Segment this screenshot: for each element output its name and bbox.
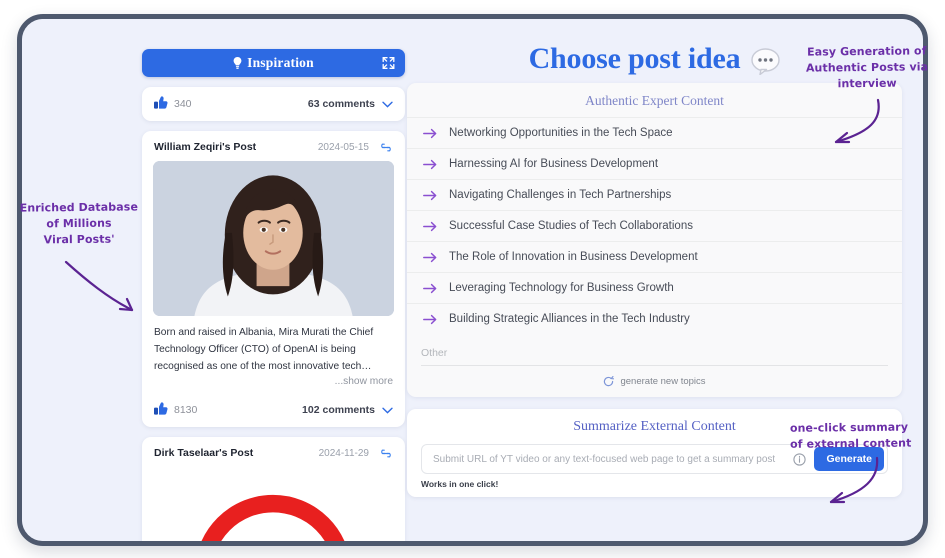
other-topic-placeholder: Other <box>421 346 448 359</box>
inspiration-header[interactable]: Inspiration <box>142 49 405 77</box>
annotation-easy-generation: Easy Generation of Authentic Posts via i… <box>805 44 929 91</box>
info-circle-icon[interactable] <box>793 452 807 466</box>
arrow-right-icon <box>423 283 437 294</box>
works-in-one-click-note: Works in one click! <box>421 479 499 489</box>
annotation-one-click-summary: one-click summary of external content <box>789 420 912 451</box>
chevron-down-icon <box>382 101 393 108</box>
other-topic-field[interactable]: Other <box>421 340 888 366</box>
topic-item[interactable]: Successful Case Studies of Tech Collabor… <box>407 210 902 241</box>
feed-stats-card: 340 63 comments <box>142 87 405 121</box>
topic-item[interactable]: Building Strategic Alliances in the Tech… <box>407 303 902 334</box>
show-more-link[interactable]: ...show more <box>142 375 405 393</box>
post-date: 2024-11-29 <box>318 447 369 459</box>
screenshot-root: Inspiration 340 63 comments William Zeqi… <box>0 0 945 558</box>
thumbs-up-icon <box>154 402 168 418</box>
post-author: Dirk Taselaar's Post <box>154 447 254 459</box>
topic-label: Leveraging Technology for Business Growt… <box>449 282 674 294</box>
post-image <box>153 161 394 316</box>
device-frame: Inspiration 340 63 comments William Zeqi… <box>17 14 928 546</box>
like-group[interactable]: 8130 <box>154 402 197 418</box>
topic-item[interactable]: Networking Opportunities in the Tech Spa… <box>407 117 902 148</box>
chevron-down-icon <box>382 407 393 414</box>
summary-url-input[interactable] <box>433 453 790 465</box>
inspiration-feed-column: Inspiration 340 63 comments William Zeqi… <box>142 49 405 541</box>
feed-post-card[interactable]: William Zeqiri's Post 2024-05-15 Born an… <box>142 131 405 427</box>
panel-title: Authentic Expert Content <box>585 93 724 108</box>
topic-label: Successful Case Studies of Tech Collabor… <box>449 220 693 232</box>
speech-bubble-dots-icon[interactable] <box>751 47 781 75</box>
topic-label: Harnessing AI for Business Development <box>449 158 659 170</box>
comments-count-label: 63 comments <box>307 98 375 110</box>
link-chain-icon[interactable] <box>379 143 393 152</box>
app-viewport: Inspiration 340 63 comments William Zeqi… <box>22 19 923 541</box>
engagement-row: 340 63 comments <box>142 87 405 121</box>
comments-toggle[interactable]: 102 comments <box>302 404 393 416</box>
post-date: 2024-05-15 <box>317 141 369 153</box>
page-title-text: Choose post idea <box>528 42 741 75</box>
like-count: 340 <box>174 98 192 110</box>
post-body-text: Born and raised in Albania, Mira Murati … <box>154 327 374 372</box>
arrow-right-icon <box>423 314 437 325</box>
topic-label: Networking Opportunities in the Tech Spa… <box>449 127 673 139</box>
topic-label: Building Strategic Alliances in the Tech… <box>449 313 690 325</box>
topic-item[interactable]: The Role of Innovation in Business Devel… <box>407 241 902 272</box>
post-header: William Zeqiri's Post 2024-05-15 <box>142 131 405 161</box>
like-count: 8130 <box>174 404 198 416</box>
lightbulb-icon <box>233 56 242 70</box>
topic-item[interactable]: Harnessing AI for Business Development <box>407 148 902 179</box>
thumbs-up-icon <box>154 96 168 112</box>
arrow-right-icon <box>423 252 437 263</box>
generate-new-topics-label: generate new topics <box>620 376 706 387</box>
topic-label: Navigating Challenges in Tech Partnershi… <box>449 189 672 201</box>
post-author: William Zeqiri's Post <box>154 141 257 153</box>
arrow-right-icon <box>423 128 437 139</box>
topic-item[interactable]: Leveraging Technology for Business Growt… <box>407 272 902 303</box>
link-chain-icon[interactable] <box>379 449 393 458</box>
like-group[interactable]: 340 <box>154 96 192 112</box>
post-header: Dirk Taselaar's Post 2024-11-29 <box>142 437 405 467</box>
topic-label: The Role of Innovation in Business Devel… <box>449 251 698 263</box>
post-header-right: 2024-11-29 <box>319 448 393 459</box>
refresh-icon <box>603 376 615 387</box>
post-header-right: 2024-05-15 <box>318 142 393 153</box>
authentic-expert-content-panel: Authentic Expert Content Networking Oppo… <box>407 83 902 397</box>
arrow-right-icon <box>423 159 437 170</box>
inspiration-title: Inspiration <box>247 55 314 70</box>
generate-new-topics-button[interactable]: generate new topics <box>407 366 902 389</box>
topic-item[interactable]: Navigating Challenges in Tech Partnershi… <box>407 179 902 210</box>
arrow-right-icon <box>423 221 437 232</box>
no-entry-prohibition-graphic <box>153 479 394 541</box>
post-image <box>153 479 394 541</box>
expand-fullscreen-icon[interactable] <box>382 57 395 70</box>
comments-toggle[interactable]: 63 comments <box>308 98 393 110</box>
arrow-right-icon <box>423 190 437 201</box>
feed-post-card[interactable]: Dirk Taselaar's Post 2024-11-29 <box>142 437 405 541</box>
annotation-enriched-database: Enriched Database of Millions Viral Post… <box>19 200 139 247</box>
engagement-row: 8130 102 comments <box>142 393 405 427</box>
portrait-photo <box>153 161 394 316</box>
comments-count-label: 102 comments <box>302 404 375 416</box>
